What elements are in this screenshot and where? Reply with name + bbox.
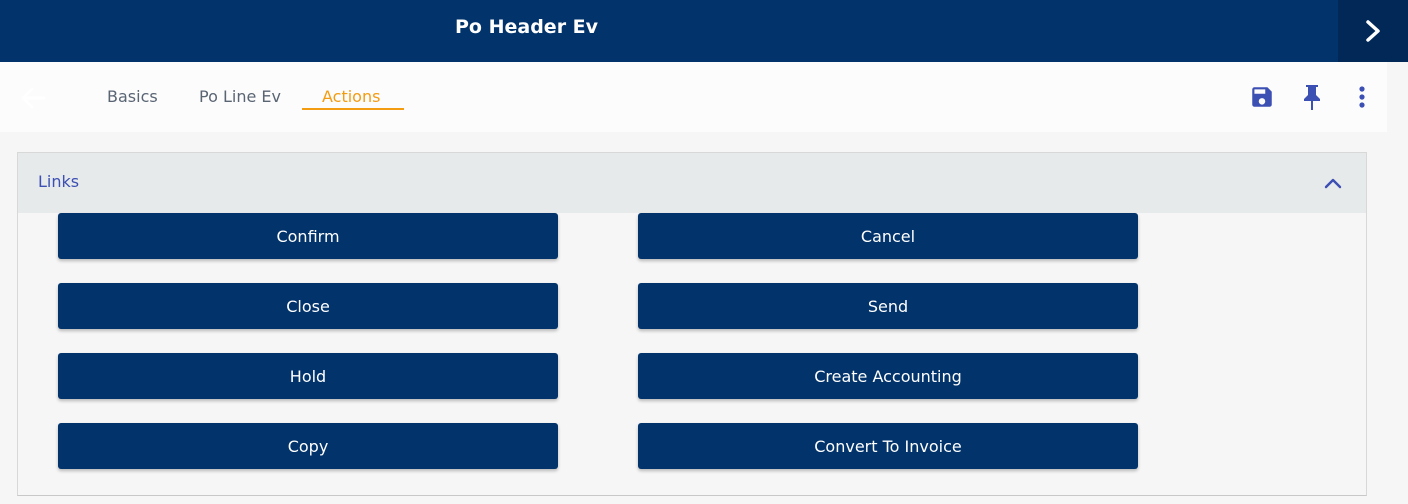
confirm-button[interactable]: Confirm <box>58 213 558 259</box>
collapse-button[interactable] <box>1318 168 1348 198</box>
save-button[interactable] <box>1247 82 1277 112</box>
more-options-button[interactable] <box>1347 82 1377 112</box>
close-button[interactable]: Close <box>58 283 558 329</box>
app-header: Po Header Ev <box>0 0 1408 62</box>
tab-po-line-ev[interactable]: Po Line Ev <box>199 86 281 108</box>
expand-panel-button[interactable] <box>1338 0 1408 62</box>
convert-to-invoice-button[interactable]: Convert To Invoice <box>638 423 1138 469</box>
save-icon <box>1252 87 1272 107</box>
back-button[interactable] <box>18 84 48 112</box>
chevron-up-icon <box>1324 178 1342 189</box>
send-button[interactable]: Send <box>638 283 1138 329</box>
pin-icon <box>1304 85 1320 110</box>
pin-button[interactable] <box>1297 82 1327 112</box>
tab-actions[interactable]: Actions <box>322 86 380 108</box>
active-tab-indicator <box>302 108 404 110</box>
copy-button[interactable]: Copy <box>58 423 558 469</box>
links-panel-title: Links <box>38 172 80 191</box>
links-panel-header[interactable]: Links <box>18 153 1366 213</box>
links-panel: Links Confirm Cancel Close Send Hold Cre… <box>17 152 1367 496</box>
more-vert-icon <box>1359 86 1365 108</box>
tab-basics[interactable]: Basics <box>107 86 158 108</box>
create-accounting-button[interactable]: Create Accounting <box>638 353 1138 399</box>
hold-button[interactable]: Hold <box>58 353 558 399</box>
tab-bar: Basics Po Line Ev Actions <box>0 62 1387 132</box>
chevron-right-icon <box>1366 20 1380 42</box>
cancel-button[interactable]: Cancel <box>638 213 1138 259</box>
page-title: Po Header Ev <box>455 16 599 38</box>
arrow-left-icon <box>21 87 46 109</box>
